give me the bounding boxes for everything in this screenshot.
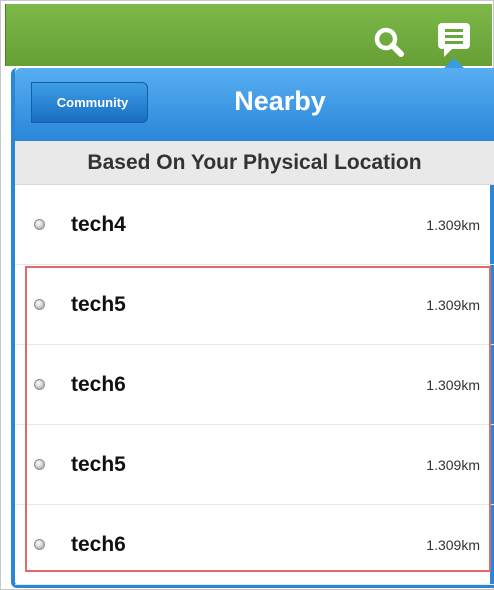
popover-header: Community Nearby — [15, 68, 494, 141]
list-item[interactable]: tech5 1.309km — [15, 265, 494, 345]
list-item-distance: 1.309km — [426, 296, 480, 313]
list-item-distance: 1.309km — [426, 376, 480, 393]
list-item-distance: 1.309km — [426, 536, 480, 553]
bullet-icon — [34, 219, 45, 230]
list-item-distance: 1.309km — [426, 456, 480, 473]
screen-frame: Community Nearby Based On Your Physical … — [0, 0, 494, 590]
bullet-icon — [34, 379, 45, 390]
list-item[interactable]: tech4 1.309km — [15, 185, 494, 265]
bullet-icon — [34, 299, 45, 310]
search-button[interactable] — [369, 22, 409, 62]
nearby-popover: Community Nearby Based On Your Physical … — [11, 68, 494, 588]
bullet-icon — [34, 459, 45, 470]
back-button-label: Community — [56, 95, 129, 110]
nearby-list: tech4 1.309km tech5 1.309km tech6 1.309k… — [15, 185, 494, 585]
chat-menu-icon — [438, 23, 470, 57]
list-item-distance: 1.309km — [426, 216, 480, 233]
list-item[interactable]: tech6 1.309km — [15, 505, 494, 585]
page-title: Nearby — [234, 86, 326, 116]
list-item[interactable]: tech5 1.309km — [15, 425, 494, 505]
back-button[interactable]: Community — [31, 82, 148, 123]
chat-menu-button[interactable] — [434, 20, 474, 60]
app-bar — [5, 4, 492, 66]
list-item-name: tech6 — [71, 372, 126, 396]
list-item-name: tech5 — [71, 292, 126, 316]
list-item-name: tech5 — [71, 452, 126, 476]
list-item[interactable]: tech6 1.309km — [15, 345, 494, 425]
bullet-icon — [34, 539, 45, 550]
search-icon — [374, 27, 404, 57]
list-item-name: tech4 — [71, 212, 126, 236]
list-item-name: tech6 — [71, 532, 126, 556]
location-subheader: Based On Your Physical Location — [15, 141, 494, 185]
